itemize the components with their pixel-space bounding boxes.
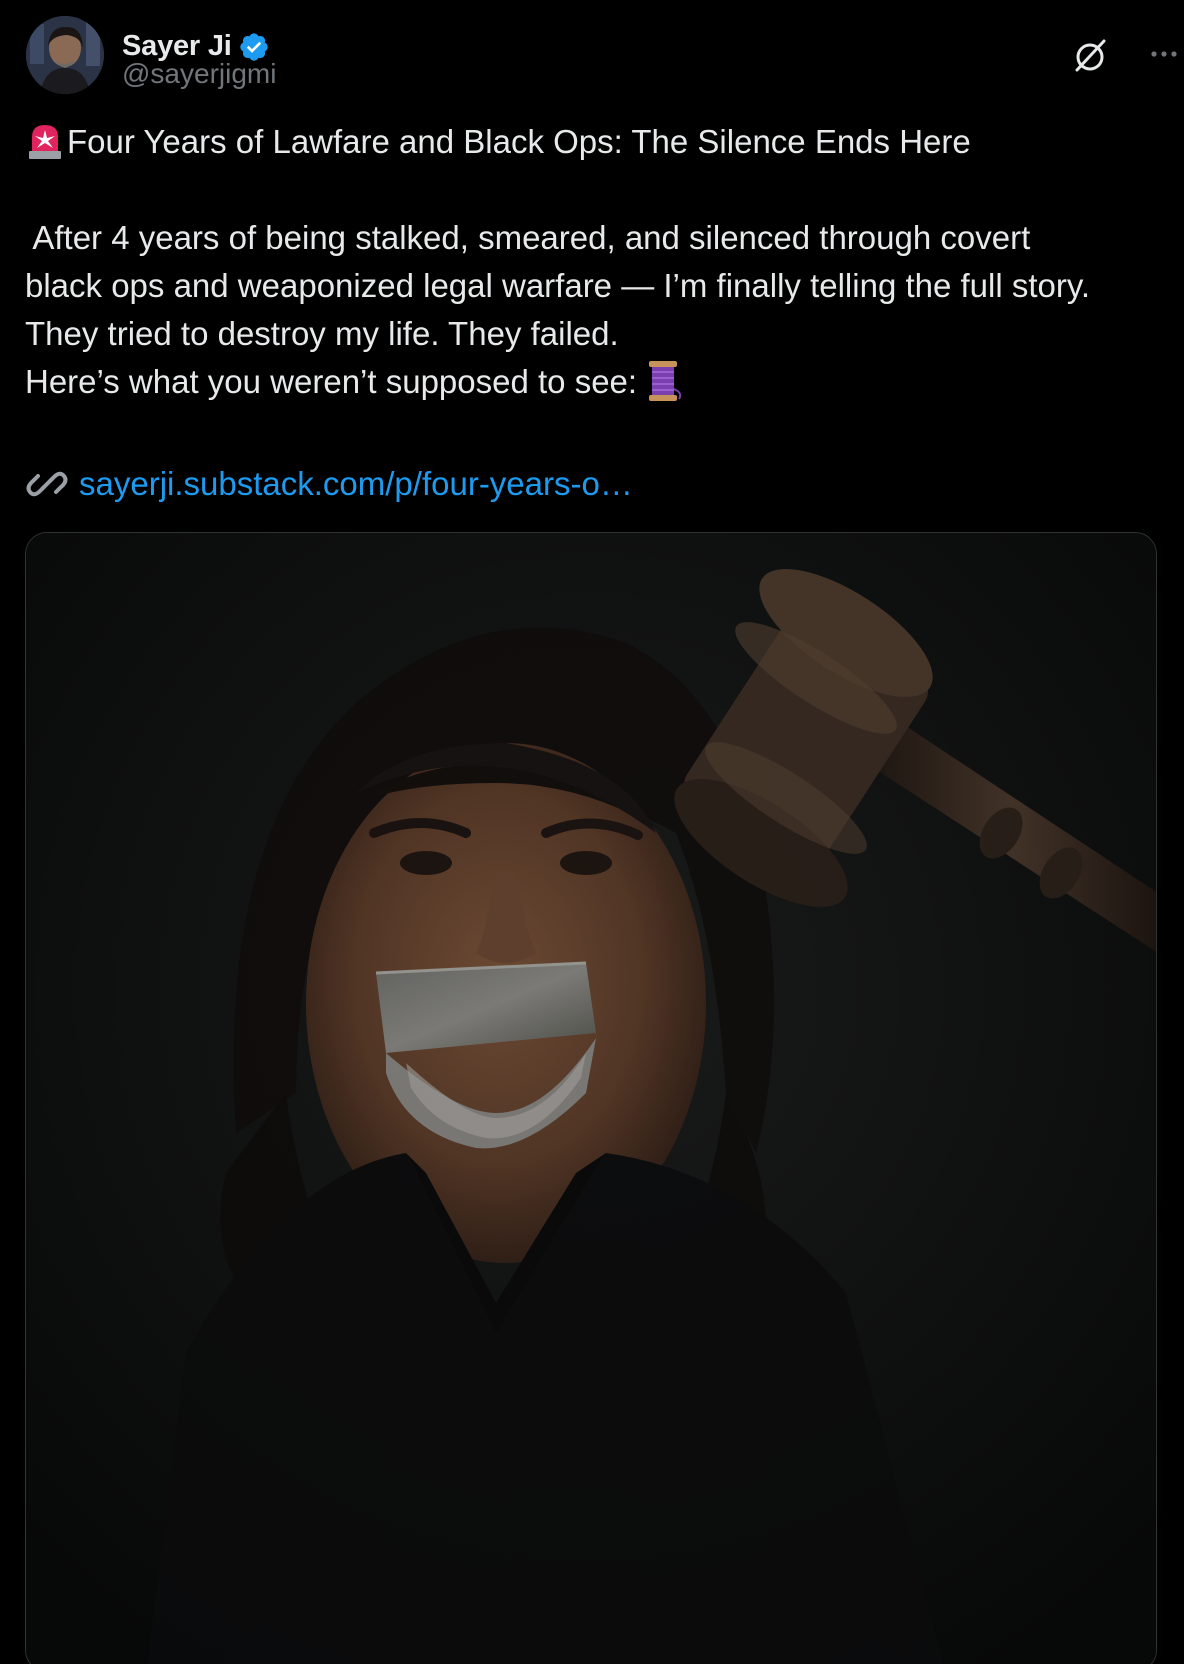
post: Sayer Ji @sayerjigmi Four Years of Lawfa… [0,0,1184,1664]
more-options-icon[interactable] [1146,36,1182,72]
police-siren-emoji [29,125,61,159]
post-title: Four Years of Lawfare and Black Ops: The… [67,123,971,160]
thread-spool-emoji [649,361,682,401]
link-chain-emoji [26,471,68,497]
post-body-line-last: Here’s what you weren’t supposed to see: [25,358,1165,406]
grok-icon[interactable] [1070,36,1110,76]
user-handle[interactable]: @sayerjigmi [122,58,276,90]
avatar[interactable] [26,16,104,94]
post-header: Sayer Ji @sayerjigmi [26,16,1177,96]
post-image[interactable] [25,532,1157,1664]
post-text: Four Years of Lawfare and Black Ops: The… [25,118,1165,406]
link-row: sayerji.substack.com/p/four-years-o… [25,462,633,506]
post-title-line: Four Years of Lawfare and Black Ops: The… [25,118,1165,166]
post-body-line: Here’s what you weren’t supposed to see: [25,363,638,400]
article-link[interactable]: sayerji.substack.com/p/four-years-o… [79,465,633,503]
post-body-line: They tried to destroy my life. They fail… [25,315,619,352]
post-body-line: After 4 years of being stalked, smeared,… [25,219,1031,256]
post-body-line: black ops and weaponized legal warfare —… [25,267,1091,304]
